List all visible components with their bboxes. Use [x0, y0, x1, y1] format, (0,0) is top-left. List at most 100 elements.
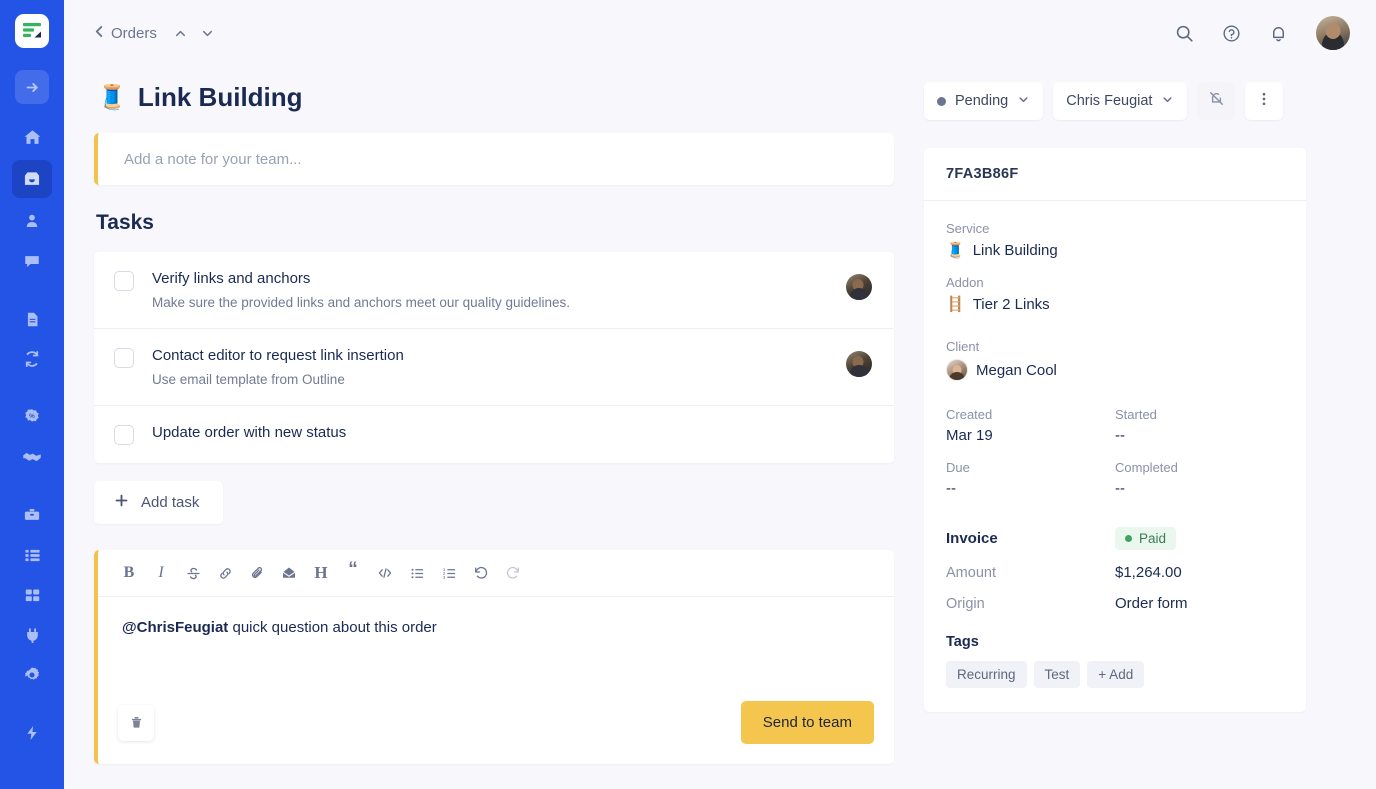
order-details-panel: 7FA3B86F Service 🧵 Link Building Addon 🪜… [924, 148, 1306, 712]
origin-value: Order form [1115, 595, 1188, 612]
completed-label: Completed [1115, 460, 1178, 475]
svg-text:%: % [29, 413, 35, 420]
add-tag-button[interactable]: + Add [1087, 661, 1145, 688]
service-field: Service 🧵 Link Building [946, 221, 1284, 259]
more-options-button[interactable] [1245, 82, 1284, 120]
sidebar-item-arrow-right[interactable] [15, 70, 49, 104]
comment-input[interactable]: @ChrisFeugiat quick question about this … [98, 597, 894, 689]
envelope-icon[interactable] [274, 559, 304, 587]
assignee-dropdown[interactable]: Chris Feugiat [1053, 82, 1188, 120]
breadcrumb-label: Orders [111, 24, 157, 42]
task-body: Contact editor to request link insertion… [152, 347, 846, 387]
amount-label: Amount [946, 564, 996, 581]
topbar-actions [1175, 16, 1350, 50]
sidebar-item-messages[interactable] [12, 244, 52, 278]
client-value: Megan Cool [976, 361, 1057, 379]
created-started-row: Created Mar 19 Started -- [946, 407, 1284, 444]
client-value-row[interactable]: Megan Cool [946, 359, 1284, 381]
undo-icon[interactable] [466, 559, 496, 587]
client-field: Client Megan Cool [946, 339, 1284, 381]
sidebar-item-home[interactable] [12, 120, 52, 154]
sidebar-item-clients[interactable] [12, 204, 52, 238]
bell-icon[interactable] [1269, 24, 1288, 43]
task-assignee-avatar[interactable] [846, 351, 872, 377]
sidebar-item-automations[interactable] [12, 716, 52, 750]
trash-icon[interactable] [118, 704, 154, 741]
sidebar-item-forms[interactable] [12, 538, 52, 572]
send-to-team-button[interactable]: Send to team [740, 701, 874, 744]
sidebar-item-inbox[interactable] [12, 160, 52, 198]
tag-chip[interactable]: Test [1033, 661, 1081, 688]
task-description: Use email template from Outline [152, 372, 345, 387]
amount-row: Amount $1,264.00 [946, 564, 1284, 581]
link-icon[interactable] [210, 559, 240, 587]
mention-token: @ChrisFeugiat [122, 619, 229, 636]
add-task-label: Add task [141, 494, 200, 511]
plus-icon [114, 493, 129, 512]
more-vertical-icon [1256, 91, 1272, 112]
task-title: Contact editor to request link insertion [152, 347, 404, 364]
sidebar-item-services[interactable] [12, 498, 52, 532]
logo-icon[interactable] [15, 14, 49, 48]
chevron-down-icon [1161, 93, 1174, 110]
sidebar-item-integrations[interactable] [12, 618, 52, 652]
table-row[interactable]: Contact editor to request link insertion… [94, 329, 894, 406]
tag-chip[interactable]: Recurring [946, 661, 1027, 688]
sidebar-item-subscriptions[interactable] [12, 342, 52, 376]
task-checkbox[interactable] [114, 425, 134, 445]
chevron-up-icon[interactable] [173, 26, 188, 41]
invoice-status-label: Paid [1139, 531, 1167, 546]
note-card[interactable]: Add a note for your team... [94, 133, 894, 185]
add-task-button[interactable]: Add task [94, 481, 224, 524]
sidebar-item-documents[interactable] [12, 302, 52, 336]
redo-icon[interactable] [498, 559, 528, 587]
editor-toolbar: B I H “ 1 2 3 [98, 550, 894, 597]
numbered-list-icon[interactable]: 123 [434, 559, 464, 587]
bold-icon[interactable]: B [114, 559, 144, 587]
heading-icon[interactable]: H [306, 559, 336, 587]
sidebar-item-apps[interactable] [12, 578, 52, 612]
content: 🧵 Link Building Add a note for your team… [64, 66, 1376, 789]
task-assignee-avatar[interactable] [846, 274, 872, 300]
bullet-list-icon[interactable] [402, 559, 432, 587]
paperclip-icon[interactable] [242, 559, 272, 587]
service-value: Link Building [972, 241, 1058, 259]
sidebar: % [0, 0, 64, 789]
task-description: Make sure the provided links and anchors… [152, 295, 570, 310]
thread-spool-icon: 🧵 [946, 242, 965, 259]
started-label: Started [1115, 407, 1157, 422]
app-root: % Orders 🧵 Link Building Add a note for … [0, 0, 1376, 789]
created-field: Created Mar 19 [946, 407, 1115, 444]
search-icon[interactable] [1175, 24, 1194, 43]
italic-icon[interactable]: I [146, 559, 176, 587]
blockquote-icon[interactable]: “ [338, 559, 368, 587]
due-value: -- [946, 480, 956, 497]
order-details-body: Service 🧵 Link Building Addon 🪜 Tier 2 L… [924, 201, 1306, 712]
right-column: Pending Chris Feugiat 7FA3B86F Service 🧵… [924, 66, 1306, 789]
table-row[interactable]: Verify links and anchors Make sure the p… [94, 252, 894, 329]
strikethrough-icon[interactable] [178, 559, 208, 587]
code-icon[interactable] [370, 559, 400, 587]
mute-notifications-button[interactable] [1197, 82, 1236, 120]
note-placeholder: Add a note for your team... [124, 150, 302, 168]
sidebar-item-affiliates[interactable] [12, 440, 52, 474]
status-dropdown[interactable]: Pending [924, 82, 1044, 120]
breadcrumb[interactable]: Orders [94, 25, 157, 42]
svg-text:3: 3 [442, 574, 445, 579]
invoice-status-cell: Paid [1115, 527, 1284, 550]
task-checkbox[interactable] [114, 348, 134, 368]
sidebar-item-settings[interactable] [12, 658, 52, 692]
addon-value: Tier 2 Links [972, 295, 1050, 313]
task-body: Update order with new status [152, 424, 872, 441]
avatar[interactable] [1316, 16, 1350, 50]
chevron-left-icon [94, 25, 105, 42]
help-circle-icon[interactable] [1222, 24, 1241, 43]
chevron-down-icon[interactable] [200, 26, 215, 41]
task-checkbox[interactable] [114, 271, 134, 291]
page-title-text: Link Building [137, 82, 303, 112]
table-row[interactable]: Update order with new status [94, 406, 894, 463]
task-title: Update order with new status [152, 424, 347, 441]
tasks-heading: Tasks [96, 211, 154, 234]
badge-dot [1125, 535, 1132, 542]
sidebar-item-coupons[interactable]: % [12, 400, 52, 434]
